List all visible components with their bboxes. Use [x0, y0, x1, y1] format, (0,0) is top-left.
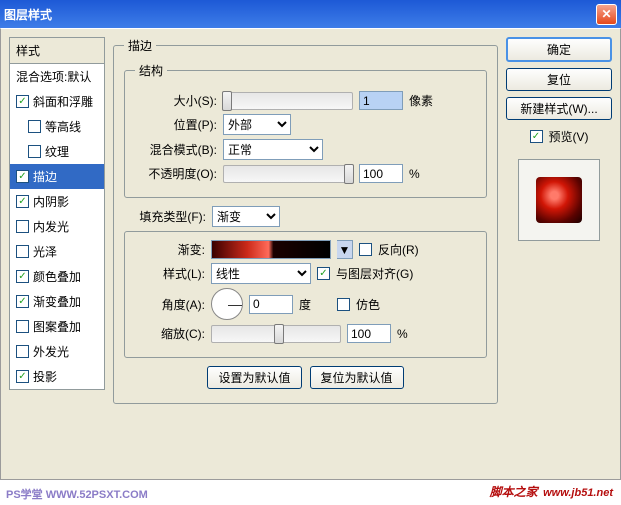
new-style-button[interactable]: 新建样式(W)... [506, 97, 612, 120]
align-checkbox[interactable]: ✓ [317, 267, 330, 280]
style-item-颜色叠加[interactable]: ✓ 颜色叠加 [10, 264, 104, 289]
style-item-光泽[interactable]: ✓ 光泽 [10, 239, 104, 264]
scale-unit: % [397, 327, 408, 341]
style-item-等高线[interactable]: ✓ 等高线 [10, 114, 104, 139]
styles-list: 混合选项:默认 ✓ 斜面和浮雕 ✓ 等高线 ✓ 纹理 ✓ 描边 ✓ 内阴影 ✓ 内发光 ✓ 光泽 ✓ 颜色叠加… [9, 63, 105, 390]
style-checkbox[interactable]: ✓ [16, 320, 29, 333]
filltype-select[interactable]: 渐变 [212, 206, 280, 227]
watermark-left: PS学堂 WWW.52PSXT.COM [6, 486, 148, 502]
gradstyle-select[interactable]: 线性 [211, 263, 311, 284]
blendmode-select[interactable]: 正常 [223, 139, 323, 160]
reverse-label[interactable]: 反向(R) [378, 241, 419, 258]
style-label: 内阴影 [33, 193, 69, 210]
style-checkbox[interactable]: ✓ [16, 345, 29, 358]
style-checkbox[interactable]: ✓ [16, 170, 29, 183]
size-input[interactable] [359, 91, 403, 110]
gradient-dropdown[interactable]: ▼ [337, 240, 353, 259]
size-slider[interactable] [223, 92, 353, 110]
blendmode-label: 混合模式(B): [135, 141, 217, 158]
dialog-body: 样式 混合选项:默认 ✓ 斜面和浮雕 ✓ 等高线 ✓ 纹理 ✓ 描边 ✓ 内阴影 ✓ 内发光 ✓ 光泽 ✓ 颜… [0, 28, 621, 480]
style-item-纹理[interactable]: ✓ 纹理 [10, 139, 104, 164]
size-label: 大小(S): [135, 92, 217, 109]
filltype-label: 填充类型(F): [124, 208, 206, 225]
preview-thumbnail [536, 177, 582, 223]
size-unit: 像素 [409, 92, 433, 109]
gradient-label: 渐变: [135, 241, 205, 258]
structure-fieldset: 结构 大小(S): 像素 位置(P): 外部 混合模式(B): 正常 不透明度(… [124, 62, 487, 198]
structure-legend: 结构 [135, 62, 167, 79]
set-default-button[interactable]: 设置为默认值 [207, 366, 301, 389]
style-label: 渐变叠加 [33, 293, 81, 310]
style-item-投影[interactable]: ✓ 投影 [10, 364, 104, 389]
align-label[interactable]: 与图层对齐(G) [336, 265, 413, 282]
watermark-right: 脚本之家 www.jb51.net [490, 476, 613, 502]
reset-default-button[interactable]: 复位为默认值 [310, 366, 404, 389]
style-label: 描边 [33, 168, 57, 185]
position-select[interactable]: 外部 [223, 114, 291, 135]
scale-label: 缩放(C): [135, 325, 205, 342]
angle-unit: 度 [299, 296, 311, 313]
style-item-图案叠加[interactable]: ✓ 图案叠加 [10, 314, 104, 339]
angle-wheel[interactable] [211, 288, 243, 320]
opacity-slider[interactable] [223, 165, 353, 183]
style-item-渐变叠加[interactable]: ✓ 渐变叠加 [10, 289, 104, 314]
window-title: 图层样式 [4, 6, 52, 23]
styles-column: 样式 混合选项:默认 ✓ 斜面和浮雕 ✓ 等高线 ✓ 纹理 ✓ 描边 ✓ 内阴影 ✓ 内发光 ✓ 光泽 ✓ 颜… [9, 37, 105, 471]
style-item-外发光[interactable]: ✓ 外发光 [10, 339, 104, 364]
style-item-内发光[interactable]: ✓ 内发光 [10, 214, 104, 239]
style-label: 等高线 [45, 118, 81, 135]
angle-input[interactable] [249, 295, 293, 314]
dither-label[interactable]: 仿色 [356, 296, 380, 313]
style-checkbox[interactable]: ✓ [16, 245, 29, 258]
style-checkbox[interactable]: ✓ [28, 145, 41, 158]
style-checkbox[interactable]: ✓ [16, 295, 29, 308]
style-item-描边[interactable]: ✓ 描边 [10, 164, 104, 189]
style-checkbox[interactable]: ✓ [16, 95, 29, 108]
angle-label: 角度(A): [135, 296, 205, 313]
right-column: 确定 复位 新建样式(W)... ✓ 预览(V) [506, 37, 612, 471]
opacity-unit: % [409, 167, 420, 181]
preview-label[interactable]: 预览(V) [549, 128, 589, 145]
style-checkbox[interactable]: ✓ [16, 270, 29, 283]
reverse-checkbox[interactable]: ✓ [359, 243, 372, 256]
style-label: 内发光 [33, 218, 69, 235]
style-label: 图案叠加 [33, 318, 81, 335]
close-icon: ✕ [601, 7, 611, 21]
fill-fieldset: 渐变: ▼ ✓ 反向(R) 样式(L): 线性 ✓ 与图层对齐(G) 角度(A)… [124, 231, 487, 358]
ok-button[interactable]: 确定 [506, 37, 612, 62]
style-item-内阴影[interactable]: ✓ 内阴影 [10, 189, 104, 214]
stroke-legend: 描边 [124, 37, 156, 54]
style-label: 光泽 [33, 243, 57, 260]
stroke-fieldset: 描边 结构 大小(S): 像素 位置(P): 外部 混合模式(B): 正常 [113, 37, 498, 404]
style-checkbox[interactable]: ✓ [16, 195, 29, 208]
style-label: 斜面和浮雕 [33, 93, 93, 110]
gradstyle-label: 样式(L): [135, 265, 205, 282]
style-label: 纹理 [45, 143, 69, 160]
chevron-down-icon: ▼ [339, 243, 351, 257]
style-checkbox[interactable]: ✓ [16, 220, 29, 233]
style-item-斜面和浮雕[interactable]: ✓ 斜面和浮雕 [10, 89, 104, 114]
preview-checkbox[interactable]: ✓ [530, 130, 543, 143]
opacity-input[interactable] [359, 164, 403, 183]
gradient-swatch[interactable] [211, 240, 331, 259]
style-label: 外发光 [33, 343, 69, 360]
style-checkbox[interactable]: ✓ [28, 120, 41, 133]
style-checkbox[interactable]: ✓ [16, 370, 29, 383]
styles-header[interactable]: 样式 [9, 37, 105, 63]
main-panel: 描边 结构 大小(S): 像素 位置(P): 外部 混合模式(B): 正常 [113, 37, 498, 471]
cancel-button[interactable]: 复位 [506, 68, 612, 91]
dither-checkbox[interactable]: ✓ [337, 298, 350, 311]
scale-slider[interactable] [211, 325, 341, 343]
preview-box [518, 159, 600, 241]
blend-options-item[interactable]: 混合选项:默认 [10, 64, 104, 89]
opacity-label: 不透明度(O): [135, 165, 217, 182]
scale-input[interactable] [347, 324, 391, 343]
style-label: 投影 [33, 368, 57, 385]
close-button[interactable]: ✕ [596, 4, 617, 25]
title-bar: 图层样式 ✕ [0, 0, 621, 28]
style-label: 颜色叠加 [33, 268, 81, 285]
position-label: 位置(P): [135, 116, 217, 133]
